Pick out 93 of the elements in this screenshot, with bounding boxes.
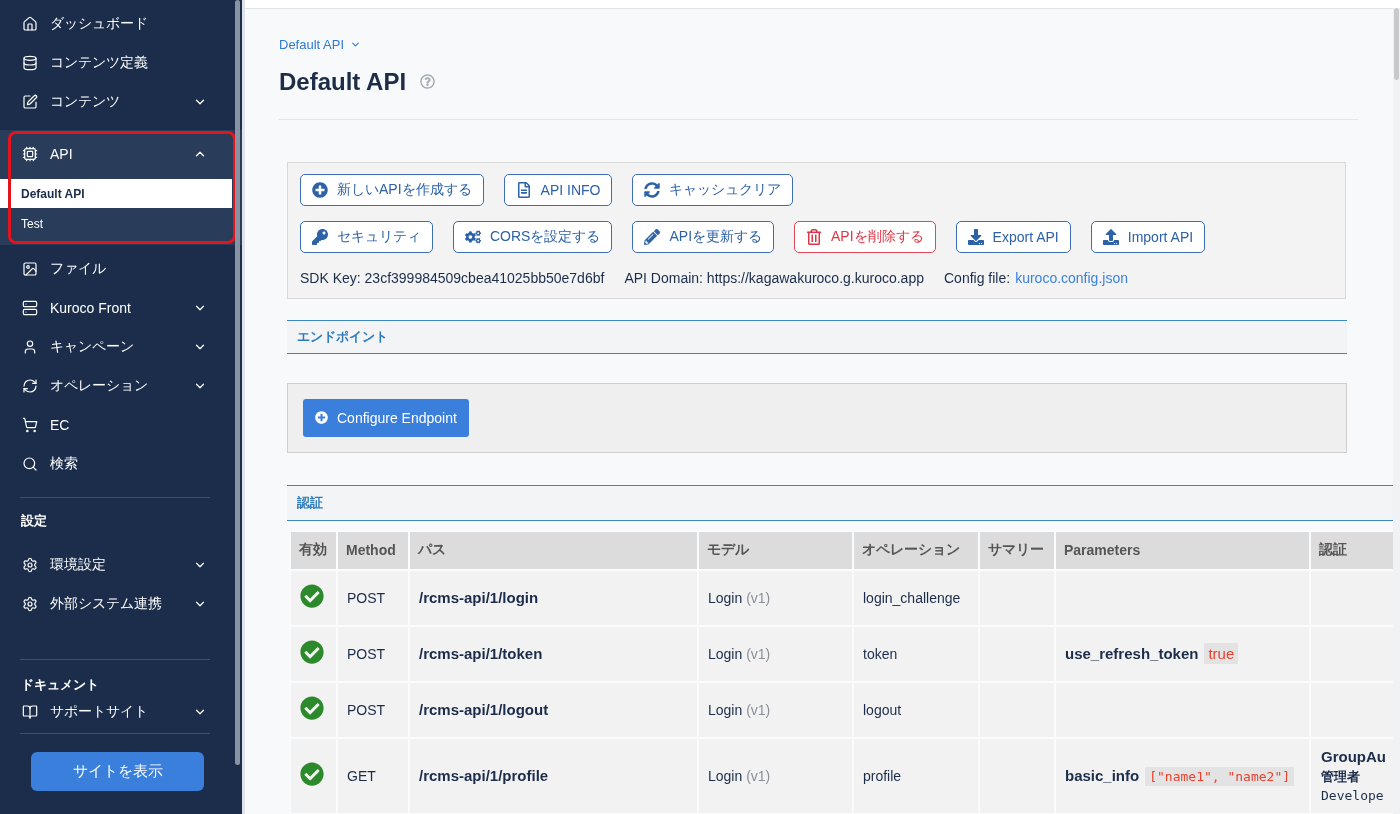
action-button[interactable]: APIを削除する — [794, 220, 936, 253]
refresh-icon — [644, 181, 661, 198]
download-icon — [967, 228, 984, 245]
home-icon — [22, 15, 38, 32]
column-header: サマリー — [979, 530, 1055, 570]
config-file-label: Config file: — [944, 268, 1011, 288]
document-icon — [515, 181, 532, 198]
auth-line: Develope — [1321, 786, 1383, 805]
action-button[interactable]: CORSを設定する — [453, 220, 613, 253]
table-cell: POST — [337, 569, 409, 626]
page-title: Default API — [279, 67, 407, 96]
trash-icon — [806, 228, 823, 245]
sidebar-item[interactable]: API — [0, 130, 242, 178]
sidebar-item[interactable]: サポートサイト — [0, 692, 242, 731]
sidebar-item[interactable]: EC — [0, 405, 242, 444]
settings-icon — [22, 556, 38, 573]
action-button[interactable]: Import API — [1090, 220, 1206, 253]
table-cell: /rcms-api/1/login — [409, 569, 698, 626]
sidebar-item[interactable]: 検索 — [0, 444, 242, 483]
table-cell: Login (v1) — [698, 681, 853, 738]
parameter-name: basic_info — [1065, 767, 1140, 784]
column-header: Parameters — [1055, 530, 1310, 570]
table-cell: POST — [337, 681, 409, 738]
table-cell: logout — [853, 681, 979, 738]
submenu-item[interactable]: Default API — [0, 179, 232, 208]
table-cell: /rcms-api/1/profile — [409, 737, 698, 814]
sidebar-item[interactable]: コンテンツ定義 — [0, 43, 242, 82]
sidebar-item[interactable]: ダッシュボード — [0, 4, 242, 43]
action-button[interactable]: 新しいAPIを作成する — [300, 173, 484, 206]
submenu-item[interactable]: Test — [0, 209, 232, 238]
action-button[interactable]: セキュリティ — [300, 220, 433, 253]
sidebar-item[interactable]: キャンペーン — [0, 327, 242, 366]
section-heading: 設定 — [21, 513, 47, 528]
table-cell: login_challenge — [853, 569, 979, 626]
breadcrumb-button[interactable]: Default API — [279, 35, 362, 54]
column-header: 認証 — [1310, 530, 1393, 570]
action-button[interactable]: キャッシュクリア — [632, 173, 794, 206]
pencil-icon — [644, 228, 661, 245]
table-cell: token — [853, 625, 979, 682]
parameter-value: true — [1204, 643, 1239, 664]
table-cell: Login (v1) — [698, 625, 853, 682]
search-icon — [22, 455, 38, 472]
view-site-button[interactable]: サイトを表示 — [31, 752, 204, 791]
table-cell: GET — [337, 737, 409, 814]
api-domain-text: API Domain: https://kagawakuroco.g.kuroco.app — [624, 268, 924, 288]
database-icon — [22, 54, 38, 71]
sdk-key-text: SDK Key: 23cf399984509cbea41025bb50e7d6bf — [300, 268, 605, 288]
sidebar-item[interactable]: ファイル — [0, 249, 242, 288]
section-heading: ドキュメント — [21, 677, 99, 692]
gears-icon — [465, 228, 481, 245]
scrollbar-thumb[interactable] — [235, 0, 240, 765]
column-header: パス — [409, 530, 698, 570]
table-cell: POST — [337, 625, 409, 682]
column-header: Method — [337, 530, 409, 570]
server-icon — [22, 299, 38, 316]
table-cell: Login (v1) — [698, 569, 853, 626]
book-icon — [22, 703, 38, 720]
column-header: オペレーション — [853, 530, 979, 570]
auth-group-name: GroupAu — [1321, 746, 1383, 767]
cart-icon — [22, 416, 38, 433]
settings-icon — [22, 595, 38, 612]
sidebar-item[interactable]: オペレーション — [0, 366, 242, 405]
scrollbar-track[interactable] — [1393, 8, 1400, 814]
sidebar-item[interactable]: コンテンツ — [0, 82, 242, 121]
config-file-link[interactable]: kuroco.config.json — [1015, 267, 1128, 288]
sidebar-item[interactable]: Kuroco Front — [0, 288, 242, 327]
user-icon — [22, 338, 38, 355]
table-cell: /rcms-api/1/token — [409, 625, 698, 682]
sidebar-item[interactable]: 環境設定 — [0, 545, 242, 584]
parameter-name: use_refresh_token — [1065, 645, 1199, 662]
column-header: 有効 — [290, 530, 337, 570]
configure-endpoint-button[interactable]: Configure Endpoint — [303, 398, 469, 437]
action-button[interactable]: APIを更新する — [632, 220, 775, 253]
edit-icon — [22, 93, 38, 110]
refresh-icon — [22, 377, 38, 394]
help-icon[interactable] — [420, 74, 436, 89]
action-button[interactable]: Export API — [955, 220, 1071, 253]
table-cell: /rcms-api/1/logout — [409, 681, 698, 738]
auth-line: 管理者 — [1321, 767, 1361, 786]
chip-icon — [22, 146, 38, 162]
upload-icon — [1102, 228, 1119, 245]
table-cell: Login (v1) — [698, 737, 853, 814]
section-header: エンドポイント — [287, 319, 1347, 354]
action-button[interactable]: API INFO — [503, 173, 613, 206]
table-cell: profile — [853, 737, 979, 814]
key-icon — [312, 228, 328, 245]
chevron-down-icon — [350, 39, 362, 50]
section-header: 認証 — [287, 484, 1393, 521]
sidebar-item[interactable]: 外部システム連携 — [0, 584, 242, 623]
image-icon — [22, 260, 38, 277]
column-header: モデル — [698, 530, 853, 570]
scrollbar-thumb[interactable] — [1394, 8, 1399, 80]
parameter-value: ["name1", "name2"] — [1145, 767, 1295, 786]
